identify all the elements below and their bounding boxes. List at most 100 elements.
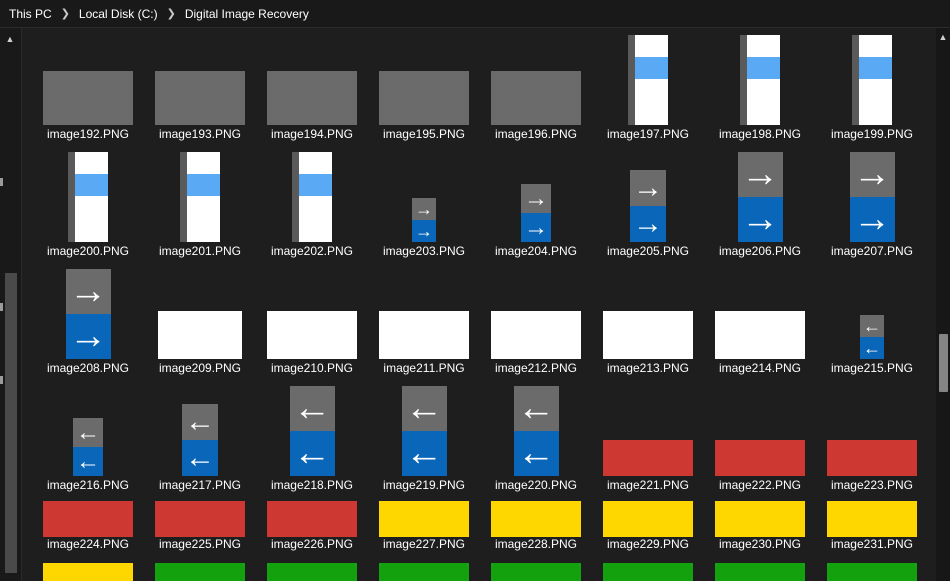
- file-name-label[interactable]: image211.PNG: [368, 361, 480, 375]
- file-thumbnail[interactable]: [480, 269, 592, 359]
- file-thumbnail[interactable]: [816, 509, 928, 581]
- arrow-right-icon: →: [630, 170, 666, 206]
- file-thumbnail[interactable]: [592, 269, 704, 359]
- file-name-label[interactable]: image204.PNG: [480, 244, 592, 258]
- white-image: [603, 311, 693, 359]
- file-thumbnail[interactable]: [256, 35, 368, 125]
- highlight-band: [635, 57, 668, 79]
- scrollbar-track: [180, 152, 187, 242]
- file-thumbnail[interactable]: [256, 509, 368, 581]
- arrow-left-icon: ←: [860, 337, 884, 359]
- gray-image: [267, 71, 357, 125]
- file-name-label[interactable]: image195.PNG: [368, 127, 480, 141]
- file-name-label[interactable]: image207.PNG: [816, 244, 928, 258]
- file-name-label[interactable]: image210.PNG: [256, 361, 368, 375]
- file-thumbnail[interactable]: [256, 152, 368, 242]
- file-thumbnail[interactable]: [368, 269, 480, 359]
- file-name-label[interactable]: image193.PNG: [144, 127, 256, 141]
- green-image: [155, 563, 245, 581]
- arrow-right-image: → →: [65, 269, 111, 359]
- navigation-pane[interactable]: ▲: [0, 28, 22, 581]
- chevron-right-icon[interactable]: ❯: [167, 7, 176, 20]
- scroll-up-icon[interactable]: ▲: [5, 34, 15, 44]
- file-name-label[interactable]: image214.PNG: [704, 361, 816, 375]
- file-thumbnail[interactable]: [144, 509, 256, 581]
- file-thumbnail[interactable]: [32, 152, 144, 242]
- breadcrumb-this-pc[interactable]: This PC: [9, 7, 52, 21]
- arrow-right-image: → →: [521, 184, 551, 242]
- file-name-label[interactable]: image213.PNG: [592, 361, 704, 375]
- file-thumbnail[interactable]: → →: [592, 152, 704, 242]
- file-thumbnail[interactable]: [144, 269, 256, 359]
- file-thumbnail[interactable]: → →: [704, 152, 816, 242]
- arrow-left-image: ← ←: [860, 315, 884, 359]
- file-name-label[interactable]: image205.PNG: [592, 244, 704, 258]
- green-image: [827, 563, 917, 581]
- pane-edge-mark: [0, 178, 3, 186]
- white-image: [267, 311, 357, 359]
- file-thumbnail[interactable]: [592, 509, 704, 581]
- file-thumbnail[interactable]: [480, 509, 592, 581]
- file-name-label[interactable]: image194.PNG: [256, 127, 368, 141]
- file-name-label[interactable]: image209.PNG: [144, 361, 256, 375]
- arrow-right-image: → →: [849, 152, 895, 242]
- scrollbar-thumb[interactable]: [939, 334, 948, 392]
- file-name-label[interactable]: image203.PNG: [368, 244, 480, 258]
- yellow-image: [43, 563, 133, 581]
- breadcrumb-current-folder[interactable]: Digital Image Recovery: [185, 7, 309, 21]
- file-thumbnail[interactable]: [704, 35, 816, 125]
- file-thumbnail[interactable]: [144, 152, 256, 242]
- arrow-right-image: → →: [737, 152, 783, 242]
- file-name-label[interactable]: image201.PNG: [144, 244, 256, 258]
- pane-edge-mark: [0, 376, 3, 384]
- file-name-label[interactable]: image212.PNG: [480, 361, 592, 375]
- arrow-right-image: → →: [630, 170, 666, 242]
- scroll-up-icon[interactable]: ▲: [936, 32, 950, 44]
- file-thumbnail[interactable]: [368, 509, 480, 581]
- nav-pane-scrollbar-thumb[interactable]: [5, 273, 17, 573]
- arrow-right-image: → →: [412, 198, 436, 242]
- file-name-label[interactable]: image198.PNG: [704, 127, 816, 141]
- highlight-band: [187, 174, 220, 196]
- file-name-label[interactable]: image200.PNG: [32, 244, 144, 258]
- file-thumbnail[interactable]: → →: [816, 152, 928, 242]
- breadcrumb-local-disk[interactable]: Local Disk (C:): [79, 7, 158, 21]
- green-image: [267, 563, 357, 581]
- file-thumbnail[interactable]: [256, 269, 368, 359]
- file-thumbnail[interactable]: → →: [480, 152, 592, 242]
- file-thumbnail[interactable]: [32, 509, 144, 581]
- file-name-label[interactable]: image215.PNG: [816, 361, 928, 375]
- address-bar[interactable]: This PC ❯ Local Disk (C:) ❯ Digital Imag…: [0, 0, 950, 28]
- arrow-right-icon: →: [521, 213, 551, 242]
- highlight-band: [859, 57, 892, 79]
- file-thumbnail[interactable]: [480, 35, 592, 125]
- file-thumbnail[interactable]: → →: [32, 269, 144, 359]
- file-thumbnail[interactable]: [368, 35, 480, 125]
- file-name-label[interactable]: image206.PNG: [704, 244, 816, 258]
- arrow-left-icon: ←: [513, 386, 559, 431]
- scrollbar-track: [628, 35, 635, 125]
- file-thumbnail[interactable]: [704, 509, 816, 581]
- file-thumbnail[interactable]: → →: [368, 152, 480, 242]
- file-thumbnail[interactable]: [592, 35, 704, 125]
- file-thumbnail[interactable]: [144, 35, 256, 125]
- chevron-right-icon[interactable]: ❯: [61, 7, 70, 20]
- scrollbar-image: [180, 152, 220, 242]
- file-name-label[interactable]: image199.PNG: [816, 127, 928, 141]
- file-name-label[interactable]: image196.PNG: [480, 127, 592, 141]
- file-name-label[interactable]: image192.PNG: [32, 127, 144, 141]
- file-thumbnail[interactable]: [816, 35, 928, 125]
- file-name-label[interactable]: image208.PNG: [32, 361, 144, 375]
- arrow-left-icon: ←: [401, 386, 447, 431]
- white-image: [715, 311, 805, 359]
- file-thumbnail[interactable]: [32, 35, 144, 125]
- highlight-band: [747, 57, 780, 79]
- file-thumbnail[interactable]: ← ←: [816, 269, 928, 359]
- file-thumbnail[interactable]: [704, 269, 816, 359]
- file-name-label[interactable]: image202.PNG: [256, 244, 368, 258]
- green-image: [715, 563, 805, 581]
- vertical-scrollbar[interactable]: ▲: [936, 28, 950, 581]
- arrow-right-icon: →: [737, 152, 783, 197]
- file-name-label[interactable]: image197.PNG: [592, 127, 704, 141]
- white-image: [491, 311, 581, 359]
